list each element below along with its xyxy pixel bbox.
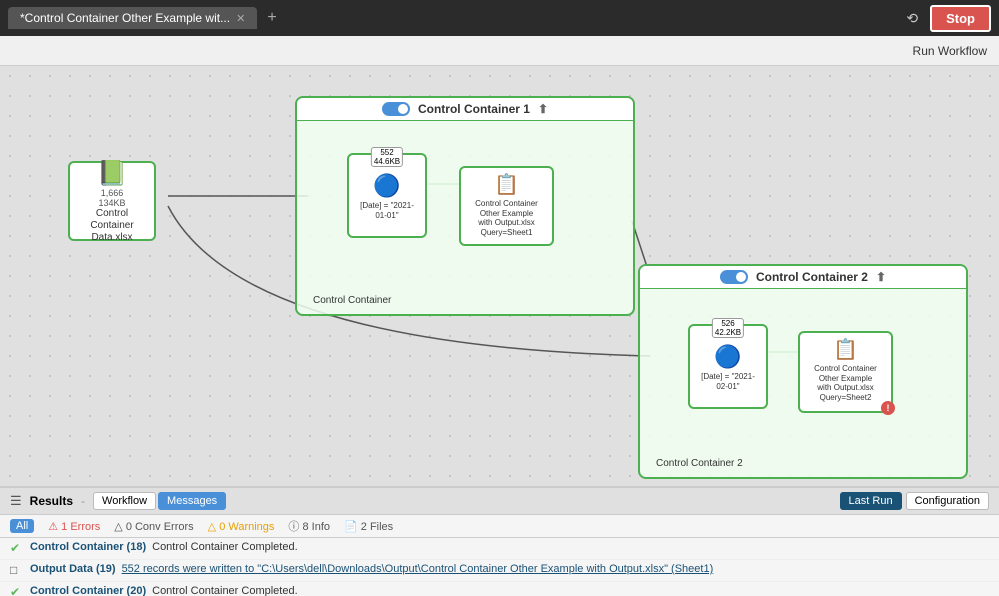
filter-info[interactable]: ⓘ 8 Info — [288, 518, 330, 534]
container2-footer: Control Container 2 — [648, 456, 751, 473]
msg-source[interactable]: Control Container (18) — [30, 540, 146, 555]
results-title: Results — [30, 494, 73, 508]
toolbar: Run Workflow — [0, 36, 999, 66]
tab-close-icon[interactable]: ✕ — [236, 12, 245, 25]
warning-badge: ! — [881, 401, 895, 415]
source-node[interactable]: 📗 1,666 134KB Control ContainerData.xlsx — [68, 161, 156, 241]
c1-output-label: Control ContainerOther Examplewith Outpu… — [465, 199, 548, 237]
summary-bar: All ⚠ 1 Errors △ 0 Conv Errors △ 0 Warni… — [0, 515, 999, 538]
active-tab[interactable]: *Control Container Other Example wit... … — [8, 7, 257, 29]
source-count1: 1,666 — [101, 188, 124, 198]
msg-text: Control Container Completed. — [152, 540, 298, 555]
messages-list: ✔ Control Container (18) Control Contain… — [0, 538, 999, 596]
container1-filter-node[interactable]: 552 44.6KB 🔵 [Date] = "2021-01-01" — [347, 153, 427, 238]
container1-expand-icon[interactable]: ⬆ — [538, 102, 548, 116]
titlebar-right: ⟲ Stop — [902, 5, 991, 32]
results-header: ☰ Results - Workflow Messages Last Run C… — [0, 488, 999, 515]
canvas: 📗 1,666 134KB Control ContainerData.xlsx… — [0, 66, 999, 486]
history-icon[interactable]: ⟲ — [902, 6, 922, 31]
msg-text-link[interactable]: 552 records were written to "C:\Users\de… — [122, 562, 714, 577]
stop-button[interactable]: Stop — [930, 5, 991, 32]
configuration-button[interactable]: Configuration — [906, 492, 989, 510]
tab-workflow[interactable]: Workflow — [93, 492, 156, 510]
msg-text: Control Container Completed. — [152, 584, 298, 596]
ok-icon: ✔ — [10, 540, 24, 557]
filter-files[interactable]: 📄 2 Files — [344, 520, 393, 533]
container2-filter-node[interactable]: 526 42.2KB 🔵 [Date] = "2021-02-01" — [688, 324, 768, 409]
container2-title: Control Container 2 — [756, 270, 868, 284]
container1-header: Control Container 1 ⬆ — [297, 98, 633, 121]
container1-footer: Control Container — [305, 293, 399, 310]
filter-all[interactable]: All — [10, 519, 34, 533]
file-icon: □ — [10, 562, 24, 579]
results-right-btns: Last Run Configuration — [840, 492, 989, 510]
msg-source[interactable]: Control Container (20) — [30, 584, 146, 596]
tab-label: *Control Container Other Example wit... — [20, 11, 230, 25]
container2-expand-icon[interactable]: ⬆ — [876, 270, 886, 284]
list-icon[interactable]: ☰ — [10, 493, 22, 509]
titlebar: *Control Container Other Example wit... … — [0, 0, 999, 36]
container1-output-node[interactable]: 📋 Control ContainerOther Examplewith Out… — [459, 166, 554, 246]
c2-output-label: Control ContainerOther Examplewith Outpu… — [804, 364, 887, 402]
c1-filter-count-top: 552 44.6KB — [371, 147, 403, 167]
filter-errors[interactable]: ⚠ 1 Errors — [48, 520, 100, 533]
c2-filter-icon: 🔵 — [694, 344, 762, 370]
container2-toggle[interactable] — [720, 270, 748, 284]
source-count2: 134KB — [98, 198, 125, 208]
results-sep: - — [81, 494, 85, 508]
message-row: □ Output Data (19) 552 records were writ… — [0, 560, 999, 582]
container2-header: Control Container 2 ⬆ — [640, 266, 966, 289]
results-panel: ☰ Results - Workflow Messages Last Run C… — [0, 486, 999, 596]
msg-source[interactable]: Output Data (19) — [30, 562, 116, 577]
c2-filter-count: 526 42.2KB — [712, 318, 744, 338]
message-row: ✔ Control Container (18) Control Contain… — [0, 538, 999, 560]
ok-icon: ✔ — [10, 584, 24, 596]
container2-box: Control Container 2 ⬆ 526 42.2KB 🔵 [Date… — [638, 264, 968, 479]
add-tab-button[interactable]: + — [261, 9, 282, 27]
results-tabs: Workflow Messages — [93, 492, 226, 510]
filter-conv-errors[interactable]: △ 0 Conv Errors — [114, 520, 193, 533]
c1-filter-label: [Date] = "2021-01-01" — [353, 201, 421, 220]
tab-group: *Control Container Other Example wit... … — [8, 7, 283, 29]
container1-title: Control Container 1 — [418, 102, 530, 116]
source-node-icon: 📗 — [97, 159, 127, 188]
run-workflow-button[interactable]: Run Workflow — [913, 44, 987, 58]
c1-output-icon: 📋 — [465, 172, 548, 197]
last-run-button[interactable]: Last Run — [840, 492, 902, 510]
container2-output-node[interactable]: 📋 Control ContainerOther Examplewith Out… — [798, 331, 893, 413]
filter-warnings[interactable]: △ 0 Warnings — [208, 520, 275, 533]
c1-filter-icon: 🔵 — [353, 173, 421, 199]
message-row: ✔ Control Container (20) Control Contain… — [0, 582, 999, 596]
container1-toggle[interactable] — [382, 102, 410, 116]
source-node-label: Control ContainerData.xlsx — [74, 208, 150, 244]
c2-filter-label: [Date] = "2021-02-01" — [694, 372, 762, 391]
container1-box: Control Container 1 ⬆ 552 44.6KB 🔵 [Date… — [295, 96, 635, 316]
c2-output-icon: 📋 — [804, 337, 887, 362]
tab-messages[interactable]: Messages — [158, 492, 226, 510]
